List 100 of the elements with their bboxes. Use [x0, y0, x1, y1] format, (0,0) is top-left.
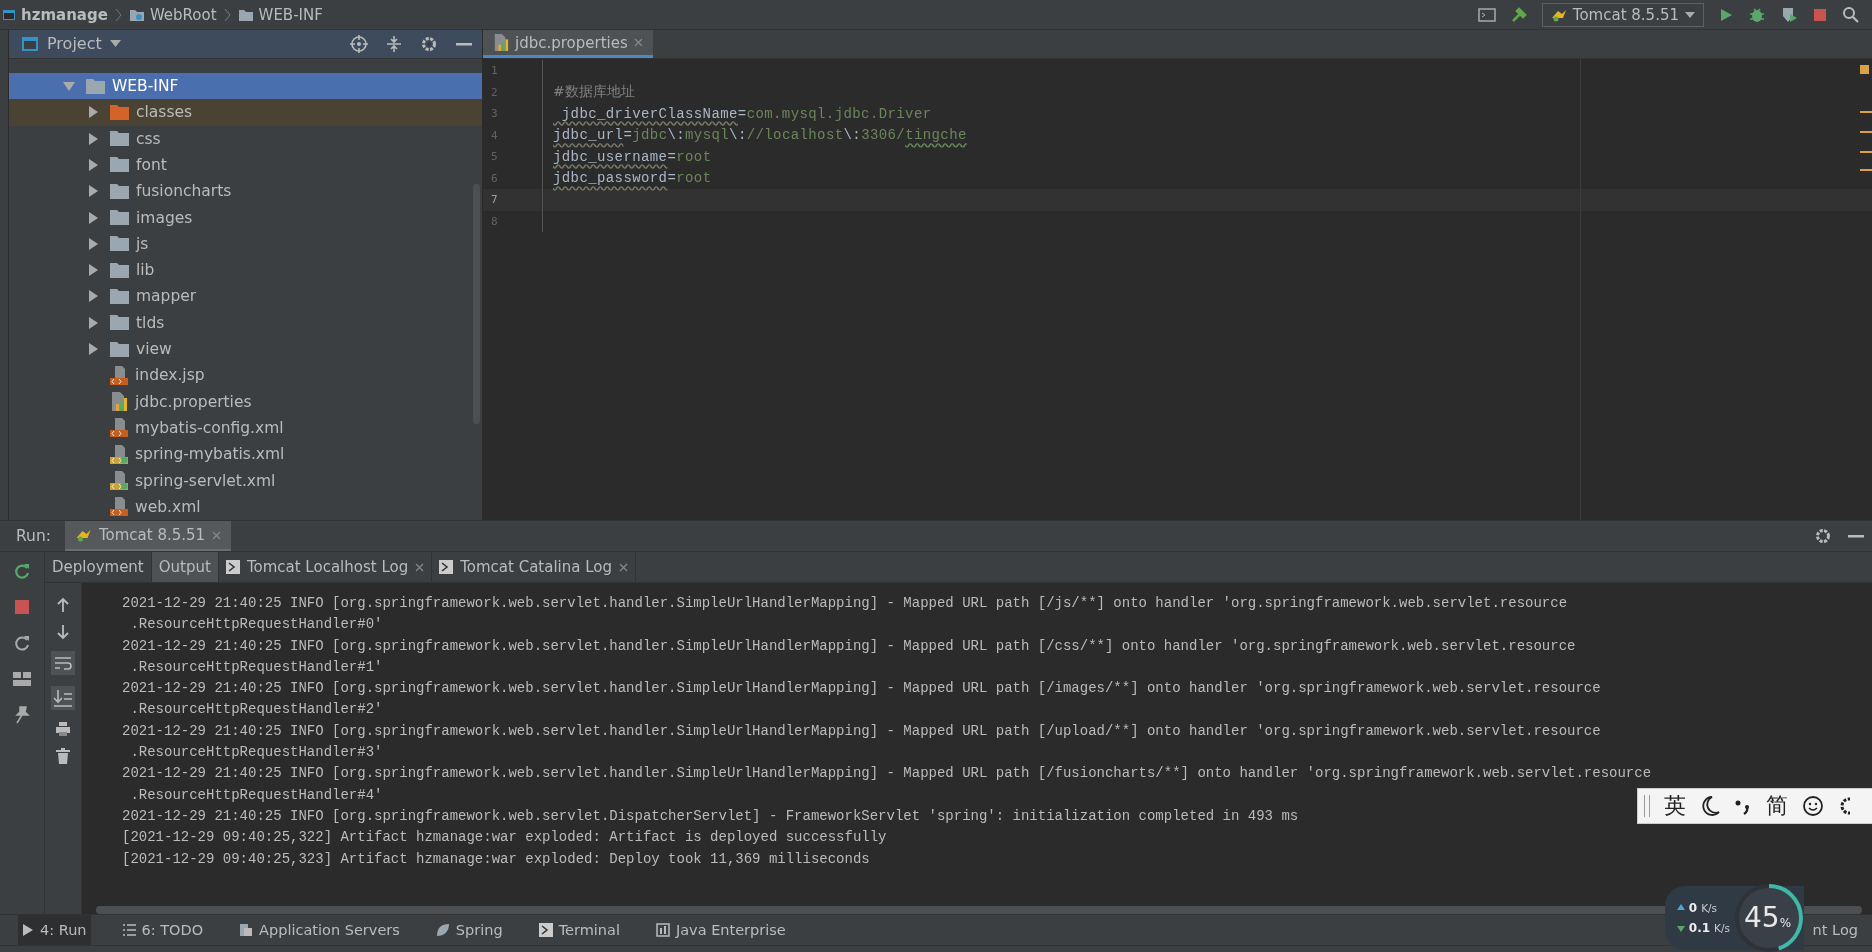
scroll-to-end-icon[interactable] — [51, 686, 75, 710]
expand-arrow-icon[interactable] — [87, 290, 99, 303]
warning-marker[interactable] — [1860, 111, 1872, 113]
console-line: .ResourceHttpRequestHandler#2' — [129, 700, 383, 720]
search-icon[interactable] — [1842, 5, 1860, 24]
down-arrow-icon[interactable] — [56, 624, 70, 640]
console-line: 2021-12-29 21:40:25 INFO [org.springframework.web.servlet.handler.SimpleUrlHandlerMapping] - Mapped URL path [/css/**] onto handler 'org.springframework.web.servlet.resource — [122, 636, 1576, 656]
line-number: 8 — [490, 214, 499, 228]
tool-window-button[interactable]: Spring — [431, 915, 507, 945]
expand-arrow-icon[interactable] — [87, 316, 99, 329]
warning-marker[interactable] — [1860, 65, 1869, 74]
tree-item[interactable]: web.xml — [9, 493, 482, 520]
caret-icon — [1685, 11, 1695, 18]
file-icon — [110, 365, 128, 385]
expand-arrow-icon[interactable] — [87, 264, 99, 277]
bug-icon[interactable] — [1748, 5, 1766, 24]
file-icon — [110, 471, 128, 491]
coverage-shield-icon[interactable] — [1780, 5, 1798, 24]
minimize-icon[interactable] — [1848, 534, 1864, 538]
moon-icon[interactable] — [1700, 795, 1720, 817]
network-speed-widget: 0 K/s 0.1 K/s 45% — [1664, 886, 1804, 950]
up-arrow-icon[interactable] — [56, 597, 70, 613]
tree-item[interactable]: WEB-INF — [9, 72, 482, 100]
console-icon — [439, 560, 454, 574]
warning-marker[interactable] — [1860, 131, 1872, 133]
collapse-all-icon[interactable] — [386, 34, 402, 53]
run-configuration-dropdown[interactable]: Tomcat 8.5.51 — [1541, 2, 1704, 27]
expand-arrow-icon[interactable] — [87, 237, 99, 250]
tool-window-button[interactable]: Terminal — [534, 915, 624, 945]
tool-window-button[interactable]: Java Enterprise — [651, 915, 790, 945]
tree-item[interactable]: mybatis-config.xml — [9, 414, 482, 442]
smiley-icon[interactable] — [1802, 795, 1824, 817]
caret-icon — [109, 40, 121, 48]
layout-icon[interactable] — [13, 672, 31, 686]
close-icon[interactable] — [619, 562, 628, 572]
close-icon[interactable] — [415, 562, 425, 572]
play-icon[interactable] — [1718, 6, 1734, 23]
rerun-icon[interactable] — [13, 562, 31, 580]
breadcrumb-label[interactable]: WebRoot — [149, 5, 217, 24]
warning-marker[interactable] — [1860, 169, 1872, 171]
terminal-window-icon[interactable] — [1477, 6, 1496, 23]
tool-window-button[interactable]: 6: TODO — [118, 915, 208, 945]
line-number: 4 — [490, 128, 499, 142]
tree-item[interactable]: font — [9, 151, 482, 179]
tool-window-button[interactable]: Application Servers — [235, 915, 404, 945]
tree-item[interactable]: js — [9, 230, 482, 258]
console-line: .ResourceHttpRequestHandler#1' — [129, 657, 383, 677]
breadcrumb-label[interactable]: WEB-INF — [258, 5, 323, 24]
file-icon — [110, 444, 128, 464]
console-tab[interactable]: Deployment — [45, 552, 152, 582]
stop-icon[interactable] — [1812, 6, 1828, 23]
line-number: 2 — [490, 85, 499, 99]
folder-icon — [237, 7, 254, 22]
run-tab[interactable]: Tomcat 8.5.51 — [64, 521, 232, 551]
pin-icon[interactable] — [14, 706, 30, 724]
language-toggle[interactable]: 英 — [1664, 791, 1686, 821]
warning-marker[interactable] — [1860, 151, 1872, 153]
expand-arrow-icon[interactable] — [87, 132, 99, 145]
trash-icon[interactable] — [56, 748, 70, 764]
tree-item[interactable]: fusioncharts — [9, 178, 482, 205]
tool-window-button[interactable]: nt Log — [1812, 922, 1872, 938]
chevron-icon — [114, 7, 122, 22]
refresh-icon[interactable] — [13, 634, 31, 652]
tool-window-button[interactable]: 4: Run — [18, 915, 91, 945]
line-number: 3 — [490, 107, 499, 121]
locate-crosshair-icon[interactable] — [350, 34, 368, 53]
console-line: 2021-12-29 21:40:25 INFO [org.springframework.web.servlet.handler.SimpleUrlHandlerMapping] - Mapped URL path [/fusioncharts/**] onto handler 'org.springframework.web.servlet.resource — [122, 764, 1652, 784]
console-line: .ResourceHttpRequestHandler#4' — [129, 785, 383, 805]
tree-item[interactable]: images — [9, 204, 482, 231]
print-icon[interactable] — [55, 721, 71, 737]
tree-item[interactable]: jdbc.properties — [9, 388, 482, 415]
list-icon — [122, 924, 136, 936]
tree-item[interactable]: lib — [9, 257, 482, 284]
expand-arrow-icon[interactable] — [87, 106, 99, 119]
expand-arrow-icon[interactable] — [87, 185, 99, 198]
folder-icon — [110, 183, 129, 199]
soft-wrap-icon[interactable] — [51, 651, 75, 675]
project-view-dropdown[interactable]: Project — [21, 34, 121, 54]
expand-arrow-icon[interactable] — [87, 211, 99, 224]
console-tab[interactable]: Output — [151, 552, 219, 582]
editor-tab[interactable]: jdbc.properties — [483, 30, 653, 58]
folder-icon — [86, 78, 105, 94]
tree-item[interactable]: view — [9, 335, 482, 363]
breadcrumb-label[interactable]: hzmanage — [21, 5, 108, 24]
console-icon — [225, 560, 240, 574]
console-tab[interactable]: Tomcat Catalina Log — [432, 552, 636, 582]
usage-percent: 45% — [1744, 901, 1792, 934]
console-tab[interactable]: Tomcat Localhost Log — [218, 552, 433, 582]
tree-item[interactable]: index.jsp — [9, 362, 482, 389]
down-arrow-icon — [1676, 924, 1685, 932]
tree-item[interactable]: mapper — [9, 283, 482, 310]
tree-item[interactable]: spring-mybatis.xml — [9, 441, 482, 468]
expand-arrow-icon[interactable] — [87, 343, 99, 356]
tree-item[interactable]: classes — [9, 99, 482, 126]
tree-item[interactable]: css — [9, 125, 482, 152]
tree-item[interactable]: spring-servlet.xml — [9, 467, 482, 494]
tree-item[interactable]: tlds — [9, 309, 482, 336]
minimize-icon[interactable] — [456, 41, 472, 46]
script-toggle[interactable]: 简 — [1766, 791, 1788, 821]
expand-arrow-icon[interactable] — [87, 159, 99, 171]
